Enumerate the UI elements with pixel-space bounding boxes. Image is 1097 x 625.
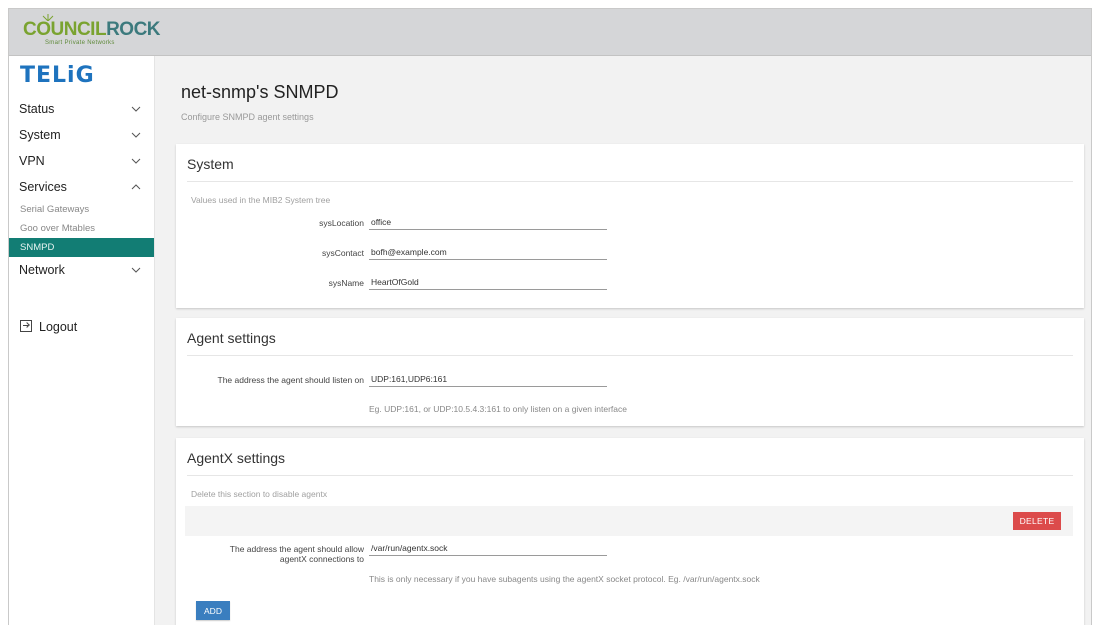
agentx-section-header: DELETE bbox=[185, 506, 1073, 536]
chevron-down-icon bbox=[131, 132, 141, 138]
sidebar: TELiG Status System VPN Services Serial … bbox=[9, 56, 155, 625]
sysname-input[interactable] bbox=[369, 274, 607, 290]
sysname-label: sysName bbox=[328, 278, 364, 288]
sidebar-item-status[interactable]: Status bbox=[9, 96, 154, 122]
agent-settings-section: Agent settings The address the agent sho… bbox=[176, 318, 1084, 426]
syslocation-input[interactable] bbox=[369, 214, 607, 230]
listen-address-help: Eg. UDP:161, or UDP:10.5.4.3:161 to only… bbox=[369, 404, 627, 414]
agentx-settings-section: AgentX settings Delete this section to d… bbox=[176, 438, 1084, 625]
sidebar-subitem-snmpd[interactable]: SNMPD bbox=[9, 238, 154, 257]
sidebar-item-network[interactable]: Network bbox=[9, 257, 154, 283]
add-button[interactable]: ADD bbox=[196, 601, 230, 620]
logout-label: Logout bbox=[39, 320, 78, 334]
councilrock-logo: COUNCILROCK Smart Private Networks bbox=[23, 14, 173, 49]
logout-link[interactable]: Logout bbox=[20, 318, 77, 336]
listen-address-label: The address the agent should listen on bbox=[217, 375, 365, 385]
brand-name-part2: ROCK bbox=[106, 19, 161, 40]
sidebar-nav: Status System VPN Services Serial Gatewa… bbox=[9, 96, 154, 283]
chevron-up-icon bbox=[131, 184, 141, 190]
agentx-address-label: The address the agent should allow agent… bbox=[186, 544, 364, 564]
chevron-down-icon bbox=[131, 106, 141, 112]
system-section: System Values used in the MIB2 System tr… bbox=[176, 144, 1084, 308]
section-title: Agent settings bbox=[187, 330, 276, 346]
brand-name: COUNCILROCK bbox=[23, 19, 161, 41]
main-content: net-snmp's SNMPD Configure SNMPD agent s… bbox=[155, 56, 1091, 625]
sidebar-item-system[interactable]: System bbox=[9, 122, 154, 148]
section-divider bbox=[187, 355, 1073, 356]
sidebar-item-label: Network bbox=[19, 263, 65, 277]
sidebar-item-label: VPN bbox=[19, 154, 45, 168]
agentx-address-label-line1: The address the agent should allow bbox=[229, 544, 364, 554]
delete-button[interactable]: DELETE bbox=[1013, 512, 1061, 530]
section-description: Delete this section to disable agentx bbox=[191, 489, 328, 499]
section-title: AgentX settings bbox=[187, 450, 286, 466]
syslocation-label: sysLocation bbox=[319, 218, 364, 228]
sidebar-item-label: System bbox=[19, 128, 61, 142]
telig-logo: TELiG bbox=[20, 63, 95, 88]
agentx-address-input[interactable] bbox=[369, 540, 607, 556]
syscontact-input[interactable] bbox=[369, 244, 607, 260]
syscontact-label: sysContact bbox=[321, 248, 364, 258]
brand-tagline: Smart Private Networks bbox=[45, 40, 115, 46]
sidebar-subitem-goo-over-mtables[interactable]: Goo over Mtables bbox=[9, 219, 154, 238]
sidebar-subitem-serial-gateways[interactable]: Serial Gateways bbox=[9, 200, 154, 219]
section-description: Values used in the MIB2 System tree bbox=[191, 195, 331, 205]
page-description: Configure SNMPD agent settings bbox=[181, 112, 314, 122]
top-bar: COUNCILROCK Smart Private Networks bbox=[9, 9, 1091, 56]
listen-address-input[interactable] bbox=[369, 371, 607, 387]
sidebar-item-services[interactable]: Services bbox=[9, 174, 154, 200]
agentx-address-label-line2: agentX connections to bbox=[279, 554, 364, 564]
page-title: net-snmp's SNMPD bbox=[181, 82, 339, 102]
chevron-down-icon bbox=[131, 267, 141, 273]
sidebar-item-label: Services bbox=[19, 180, 67, 194]
section-title: System bbox=[187, 156, 234, 172]
section-divider bbox=[187, 181, 1073, 182]
logout-icon bbox=[20, 320, 32, 332]
brand-name-part1: COUNCIL bbox=[23, 19, 107, 40]
sidebar-item-label: Status bbox=[19, 102, 55, 116]
sidebar-item-vpn[interactable]: VPN bbox=[9, 148, 154, 174]
section-divider bbox=[187, 475, 1073, 476]
agentx-address-help: This is only necessary if you have subag… bbox=[369, 574, 760, 584]
app-window: COUNCILROCK Smart Private Networks TELiG… bbox=[8, 8, 1092, 625]
chevron-down-icon bbox=[131, 158, 141, 164]
